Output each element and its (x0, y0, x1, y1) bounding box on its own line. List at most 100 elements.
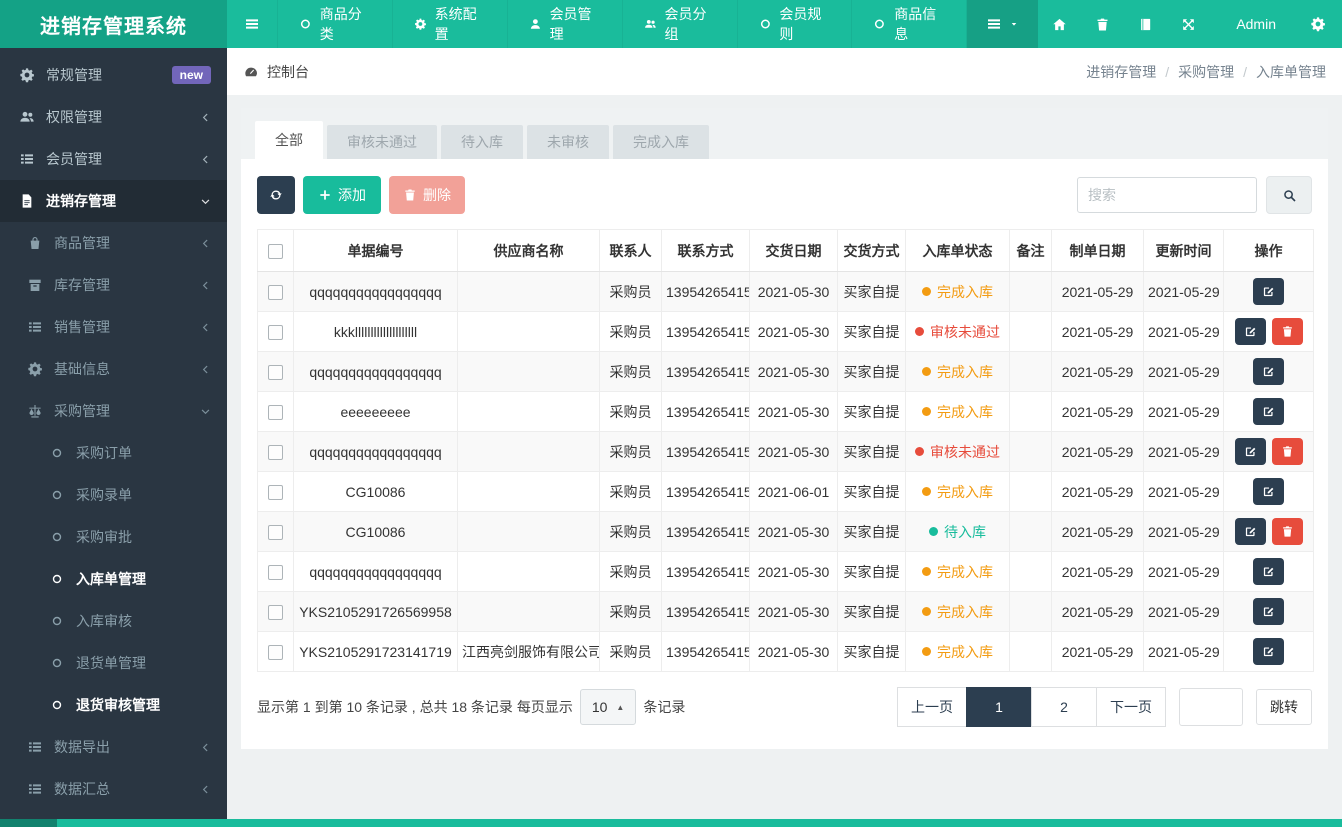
tab-unaudited[interactable]: 未审核 (527, 125, 609, 159)
tab-audit-rejected[interactable]: 审核未通过 (327, 125, 437, 159)
bottom-scrollbar-thumb[interactable] (0, 819, 57, 827)
cell-docno: CG10086 (293, 471, 458, 512)
sidebar-item-data-export[interactable]: 数据导出 (0, 726, 227, 768)
sidebar-item-sales-management[interactable]: 销售管理 (0, 306, 227, 348)
edit-row-button[interactable] (1253, 398, 1284, 425)
inbound-orders-table: 单据编号 供应商名称 联系人 联系方式 交货日期 交货方式 入库单状态 备注 制单日期 更新时间操… (257, 229, 1314, 672)
scale-icon (27, 403, 43, 419)
nav-item-system-config[interactable]: 系统配置 (393, 0, 508, 48)
log-button[interactable] (1124, 0, 1167, 48)
sidebar-item-return-order-management[interactable]: 退货单管理 (0, 642, 227, 684)
sidebar-item-member-management[interactable]: 会员管理 (0, 138, 227, 180)
delete-row-button[interactable] (1271, 318, 1303, 345)
settings-cogs-button[interactable] (1294, 0, 1342, 48)
sidebar-item-permission-management[interactable]: 权限管理 (0, 96, 227, 138)
row-checkbox[interactable] (268, 484, 283, 500)
sidebar-item-inbound-order-management[interactable]: 入库单管理 (0, 558, 227, 600)
home-button[interactable] (1038, 0, 1081, 48)
sidebar-item-purchase-approval[interactable]: 采购审批 (0, 516, 227, 558)
sidebar-item-label: 库存管理 (54, 277, 110, 293)
row-checkbox[interactable] (268, 324, 283, 340)
sidebar-item-inventory-management[interactable]: 进销存管理 (0, 180, 227, 222)
breadcrumb-item[interactable]: 进销存管理 (1086, 62, 1156, 82)
edit-row-button[interactable] (1234, 318, 1266, 345)
expand-button[interactable] (1167, 0, 1210, 48)
refresh-button[interactable] (257, 176, 295, 214)
edit-row-button[interactable] (1234, 518, 1266, 545)
row-checkbox[interactable] (268, 644, 283, 660)
status-text: 审核未通过 (930, 443, 1000, 460)
breadcrumb-item[interactable]: 采购管理 (1178, 62, 1234, 82)
sidebar-item-data-summary[interactable]: 数据汇总 (0, 768, 227, 810)
cell-updated: 2021-05-29 (1143, 271, 1224, 312)
nav-item-product-info[interactable]: 商品信息 (852, 0, 968, 48)
page-size-select[interactable]: 10 ▲ (579, 689, 637, 725)
edit-row-button[interactable] (1253, 638, 1284, 665)
sidebar-item-return-audit-management[interactable]: 退货审核管理 (0, 684, 227, 726)
status-tabs: 全部 审核未通过 待入库 未审核 完成入库 (241, 108, 1328, 159)
bottom-scrollbar[interactable] (0, 819, 1342, 827)
sidebar-collapse-toggle[interactable] (227, 0, 278, 48)
sidebar-item-basic-info[interactable]: 基础信息 (0, 348, 227, 390)
navbar-dropdown-toggle[interactable] (967, 0, 1039, 48)
table-row: kkkllllllllllllllllllll 采购员 13954265415 202… (257, 311, 1314, 352)
trash-button[interactable] (1081, 0, 1124, 48)
cell-created: 2021-05-29 (1051, 551, 1144, 592)
cell-contact: 采购员 (599, 551, 662, 592)
cell-contact: 采购员 (599, 271, 662, 312)
sidebar-item-purchase-management[interactable]: 采购管理 (0, 390, 227, 432)
tab-all[interactable]: 全部 (255, 121, 323, 159)
sidebar-item-inbound-audit[interactable]: 入库审核 (0, 600, 227, 642)
edit-row-button[interactable] (1253, 278, 1284, 305)
page-prev-button[interactable]: 上一页 (897, 687, 967, 727)
row-checkbox[interactable] (268, 604, 283, 620)
nav-item-member-group[interactable]: 会员分组 (623, 0, 738, 48)
sidebar-item-general-management[interactable]: 常规管理 new (0, 54, 227, 96)
admin-user-menu[interactable]: Admin (1210, 0, 1294, 48)
console-link[interactable]: 控制台 (243, 62, 309, 82)
edit-row-button[interactable] (1253, 558, 1284, 585)
table-footer: 显示第 1 到第 10 条记录 , 总共 18 条记录 每页显示 10 ▲ 条记… (257, 687, 1312, 729)
page-number-button[interactable]: 1 (966, 687, 1032, 727)
row-checkbox[interactable] (268, 404, 283, 420)
delete-row-button[interactable] (1271, 438, 1303, 465)
sidebar-item-purchase-entry[interactable]: 采购录单 (0, 474, 227, 516)
page-jump-button[interactable]: 跳转 (1256, 689, 1312, 725)
row-checkbox[interactable] (268, 524, 283, 540)
edit-row-button[interactable] (1253, 598, 1284, 625)
delete-row-button[interactable] (1271, 518, 1303, 545)
nav-item-member-rules[interactable]: 会员规则 (738, 0, 853, 48)
circle-icon (51, 573, 63, 585)
status-text: 完成入库 (937, 563, 993, 580)
sidebar-item-stock-management[interactable]: 库存管理 (0, 264, 227, 306)
edit-row-button[interactable] (1234, 438, 1266, 465)
hamburger-icon (244, 16, 260, 32)
edit-icon (1244, 325, 1257, 338)
cell-docno: qqqqqqqqqqqqqqqqq (293, 551, 458, 592)
edit-row-button[interactable] (1253, 478, 1284, 505)
search-button[interactable] (1266, 176, 1312, 214)
select-all-checkbox[interactable] (268, 243, 283, 259)
row-checkbox[interactable] (268, 284, 283, 300)
sidebar-item-purchase-order[interactable]: 采购订单 (0, 432, 227, 474)
page-next-button[interactable]: 下一页 (1096, 687, 1166, 727)
caret-down-icon (1009, 19, 1019, 29)
row-checkbox[interactable] (268, 564, 283, 580)
cell-status: 完成入库 (905, 591, 1010, 632)
add-button[interactable]: 添加 (303, 176, 381, 214)
search-input[interactable] (1077, 177, 1257, 213)
edit-row-button[interactable] (1253, 358, 1284, 385)
nav-item-member-management[interactable]: 会员管理 (508, 0, 623, 48)
nav-item-product-category[interactable]: 商品分类 (278, 0, 393, 48)
row-checkbox[interactable] (268, 444, 283, 460)
page-jump-input[interactable] (1179, 688, 1243, 726)
breadcrumb-item[interactable]: 入库单管理 (1256, 62, 1326, 82)
tab-pending-inbound[interactable]: 待入库 (441, 125, 523, 159)
sidebar-item-product-management[interactable]: 商品管理 (0, 222, 227, 264)
circle-icon (51, 447, 63, 459)
row-checkbox[interactable] (268, 364, 283, 380)
tab-inbound-finished[interactable]: 完成入库 (613, 125, 709, 159)
delete-button[interactable]: 删除 (389, 176, 465, 214)
page-number-button[interactable]: 2 (1031, 687, 1097, 727)
cell-phone: 13954265415 (661, 311, 750, 352)
